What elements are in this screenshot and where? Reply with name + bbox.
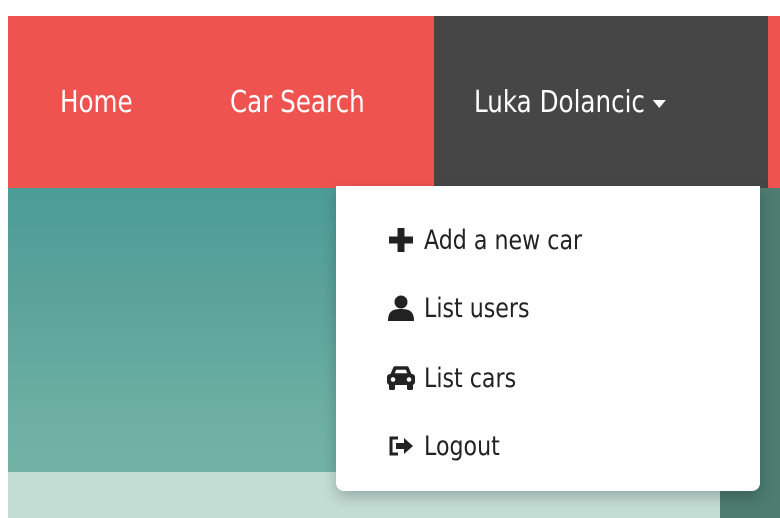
menu-item-label: List users	[424, 292, 530, 324]
logout-icon	[384, 429, 418, 463]
menu-item-label: List cars	[424, 362, 517, 394]
menu-item-logout[interactable]: Logout	[384, 424, 516, 468]
user-menu-label: Luka Dolancic	[474, 16, 667, 188]
menu-item-label: Logout	[424, 430, 500, 462]
nav-home-link[interactable]: Home	[60, 16, 133, 188]
menu-item-label: Add a new car	[424, 224, 583, 256]
user-menu-toggle[interactable]: Luka Dolancic	[434, 16, 768, 188]
navbar: Home Car Search Luka Dolancic	[8, 16, 780, 188]
menu-item-list-cars[interactable]: List cars	[384, 356, 536, 400]
nav-car-search-link[interactable]: Car Search	[230, 16, 365, 188]
screen: Home Car Search Luka Dolancic Add a new …	[0, 0, 780, 518]
menu-item-add-car[interactable]: Add a new car	[384, 218, 617, 262]
user-name: Luka Dolancic	[474, 84, 645, 120]
user-icon	[384, 291, 418, 325]
menu-item-list-users[interactable]: List users	[384, 286, 553, 330]
car-icon	[384, 361, 418, 395]
plus-icon	[384, 223, 418, 257]
caret-down-icon	[653, 100, 667, 108]
